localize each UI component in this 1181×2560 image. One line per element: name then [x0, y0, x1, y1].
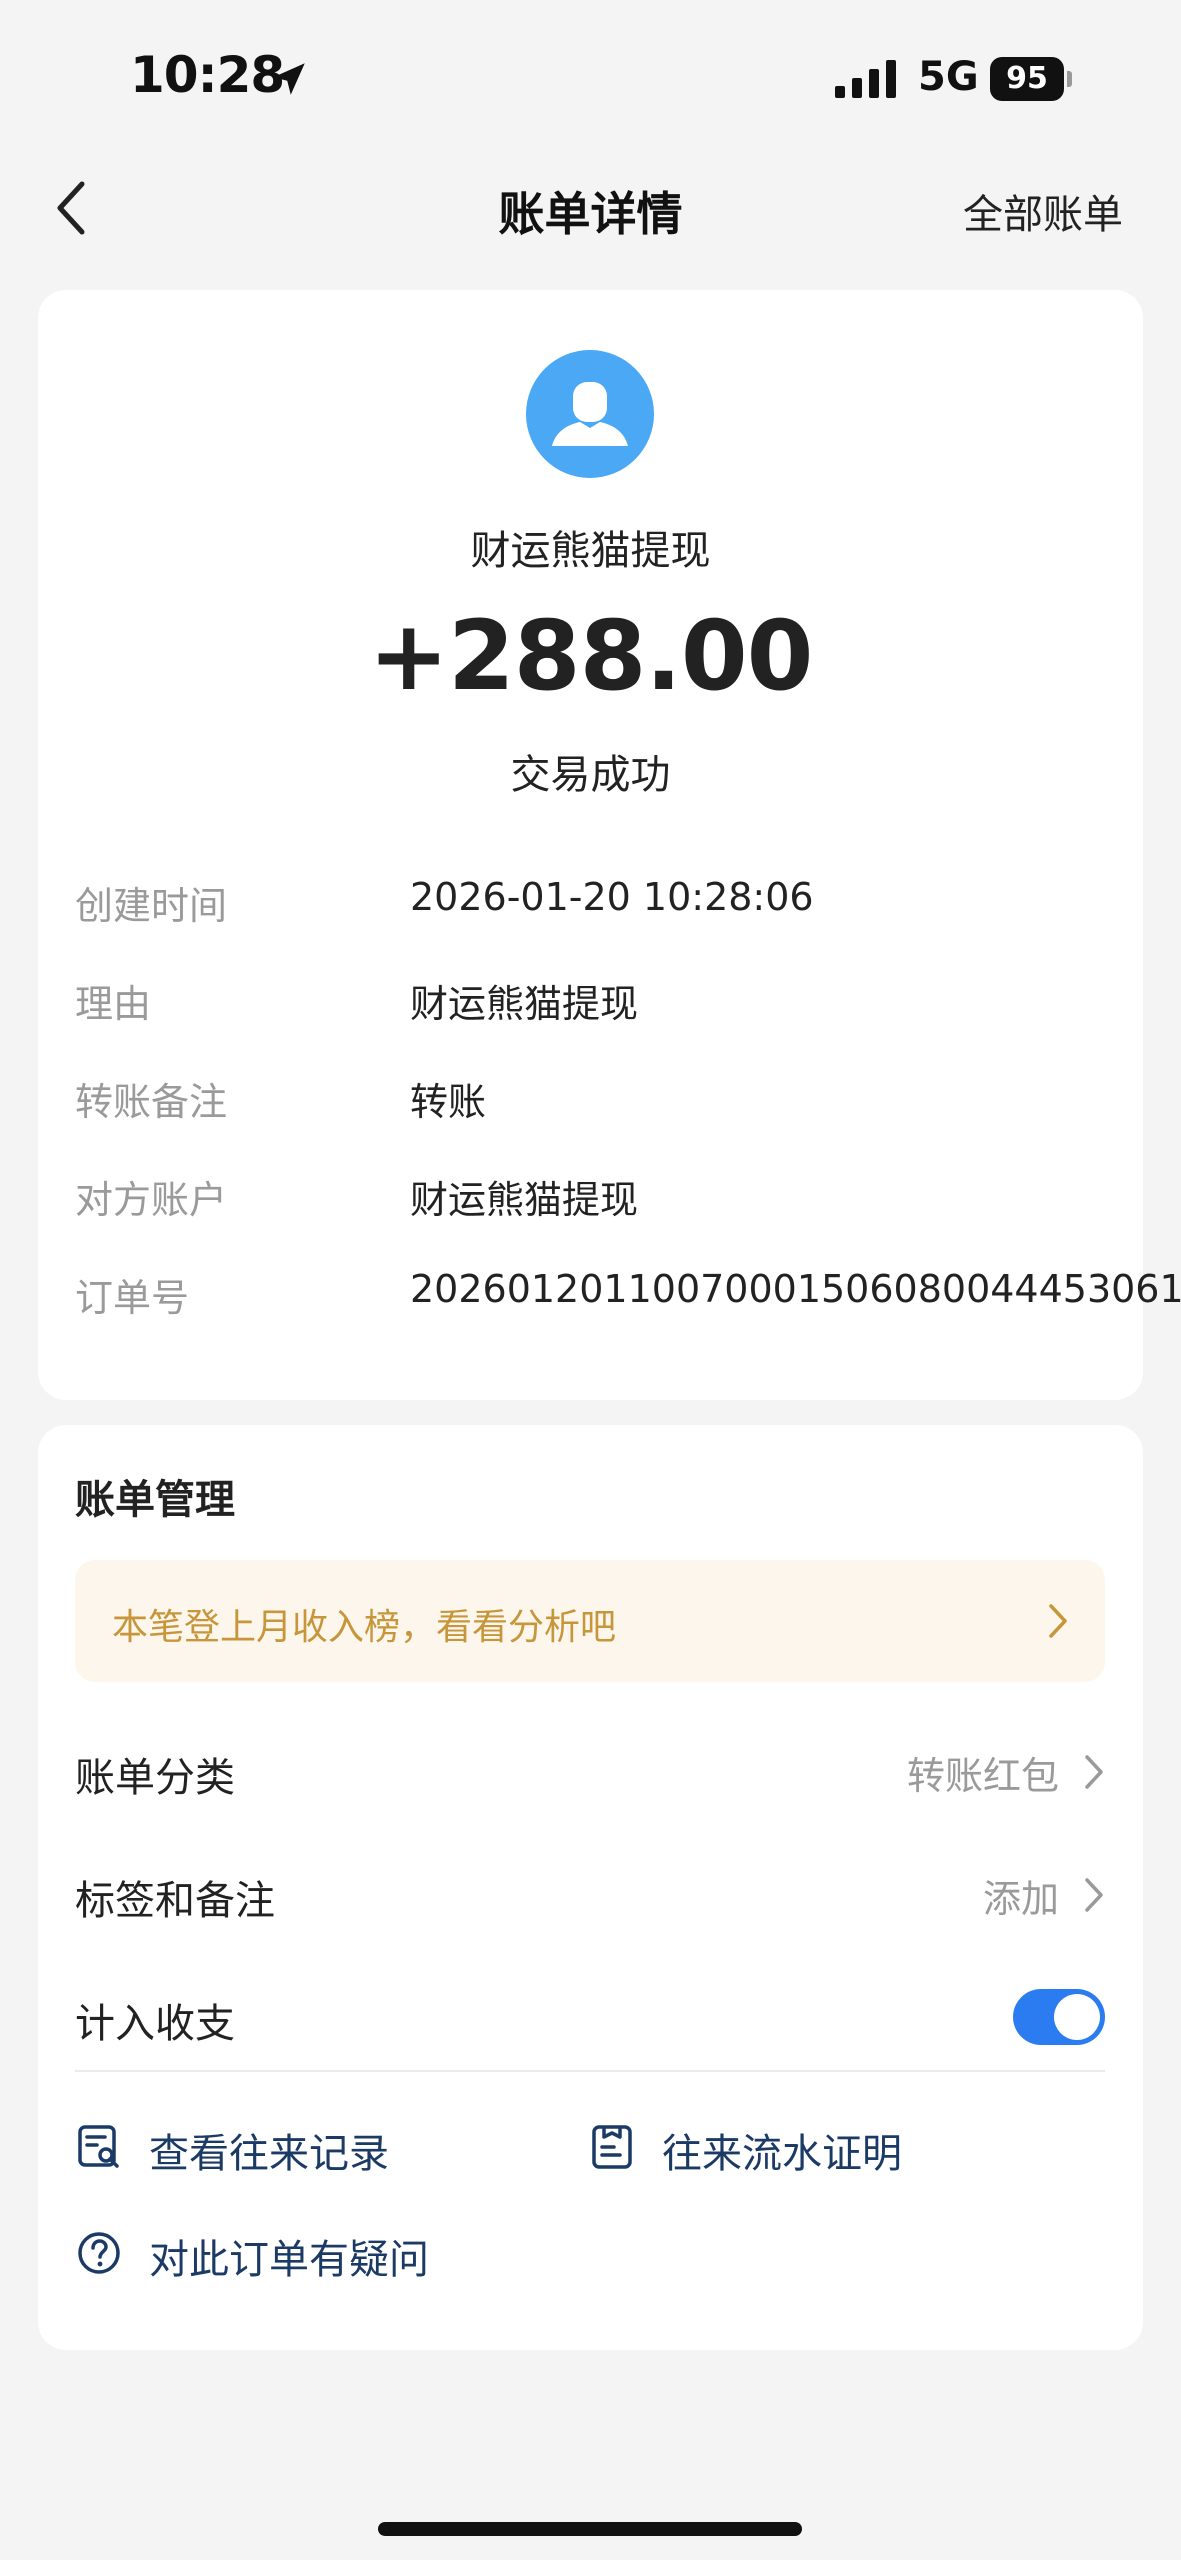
- bill-category-row[interactable]: 账单分类 转账红包: [75, 1735, 1105, 1805]
- tags-value: 添加: [982, 1877, 1059, 1921]
- document-icon: [592, 2125, 632, 2169]
- banner-text: 本笔登上月收入榜，看看分析吧: [112, 1607, 617, 1648]
- section-title: 账单管理: [75, 1477, 235, 1523]
- count-in-budget-toggle[interactable]: [1013, 1989, 1105, 2045]
- detail-value: 财运熊猫提现: [410, 1178, 639, 1222]
- toggle-knob: [1054, 1994, 1100, 2040]
- merchant-name: 财运熊猫提现: [470, 528, 711, 574]
- transaction-proof-label: 往来流水证明: [662, 2131, 902, 2177]
- category-value: 转账红包: [906, 1754, 1059, 1798]
- detail-label: 订单号: [75, 1276, 190, 1320]
- question-circle-icon: [78, 2232, 120, 2274]
- detail-row-reason: 理由 财运熊猫提现: [75, 973, 1115, 1033]
- detail-value: 2026-01-20 10:28:06: [410, 875, 814, 919]
- order-question-label: 对此订单有疑问: [149, 2237, 429, 2283]
- status-bar: 10:28 5G 95: [0, 0, 1181, 160]
- status-time: 10:28: [130, 46, 285, 104]
- detail-label: 理由: [75, 982, 152, 1026]
- detail-row-counterparty: 对方账户 财运熊猫提现: [75, 1169, 1115, 1229]
- network-type: 5G: [918, 54, 979, 100]
- detail-label: 转账备注: [75, 1080, 228, 1124]
- view-records-label: 查看往来记录: [149, 2131, 389, 2177]
- category-label: 账单分类: [75, 1755, 235, 1801]
- location-arrow-icon: [273, 63, 305, 95]
- detail-label: 创建时间: [75, 884, 228, 928]
- detail-value: 财运熊猫提现: [410, 982, 639, 1026]
- amount: +288.00: [368, 600, 814, 712]
- all-bills-link[interactable]: 全部账单: [963, 182, 1123, 240]
- count-in-budget-row: 计入收支: [75, 1981, 1105, 2051]
- avatar: [526, 350, 654, 478]
- bill-detail-screen: 10:28 5G 95 账单详情 全部账单 财运熊猫提现 +288.00 交易成…: [0, 0, 1181, 2560]
- home-indicator[interactable]: [378, 2522, 802, 2536]
- divider: [75, 2070, 1105, 2072]
- detail-value: 20260120110070001506080044453061: [410, 1267, 1181, 1311]
- transaction-proof-button[interactable]: 往来流水证明: [588, 2115, 1038, 2177]
- tags-label: 标签和备注: [75, 1878, 275, 1924]
- detail-row-order-number: 订单号 20260120110070001506080044453061: [75, 1267, 1181, 1327]
- chevron-right-icon: [1049, 1604, 1067, 1638]
- battery-icon: 95: [990, 57, 1072, 101]
- order-question-button[interactable]: 对此订单有疑问: [75, 2221, 525, 2283]
- transaction-status: 交易成功: [510, 752, 671, 798]
- count-label: 计入收支: [75, 2001, 235, 2047]
- user-icon: [552, 382, 628, 446]
- battery-level: 95: [1006, 61, 1048, 96]
- records-search-icon: [78, 2125, 119, 2168]
- income-rank-banner[interactable]: 本笔登上月收入榜，看看分析吧: [75, 1560, 1105, 1682]
- tags-notes-row[interactable]: 标签和备注 添加: [75, 1858, 1105, 1928]
- bill-summary-card: 财运熊猫提现 +288.00 交易成功 创建时间 2026-01-20 10:2…: [38, 290, 1181, 1400]
- detail-row-created-time: 创建时间 2026-01-20 10:28:06: [75, 875, 1115, 935]
- chevron-right-icon: [1085, 1755, 1103, 1789]
- view-records-button[interactable]: 查看往来记录: [75, 2115, 475, 2177]
- chevron-right-icon: [1085, 1878, 1103, 1912]
- detail-value: 转账: [410, 1080, 487, 1124]
- detail-row-transfer-note: 转账备注 转账: [75, 1071, 1115, 1131]
- bill-management-card: 账单管理 本笔登上月收入榜，看看分析吧 账单分类 转账红包 标签和备注 添加 计…: [38, 1425, 1143, 2350]
- detail-label: 对方账户: [75, 1178, 228, 1222]
- signal-icon: [835, 60, 896, 98]
